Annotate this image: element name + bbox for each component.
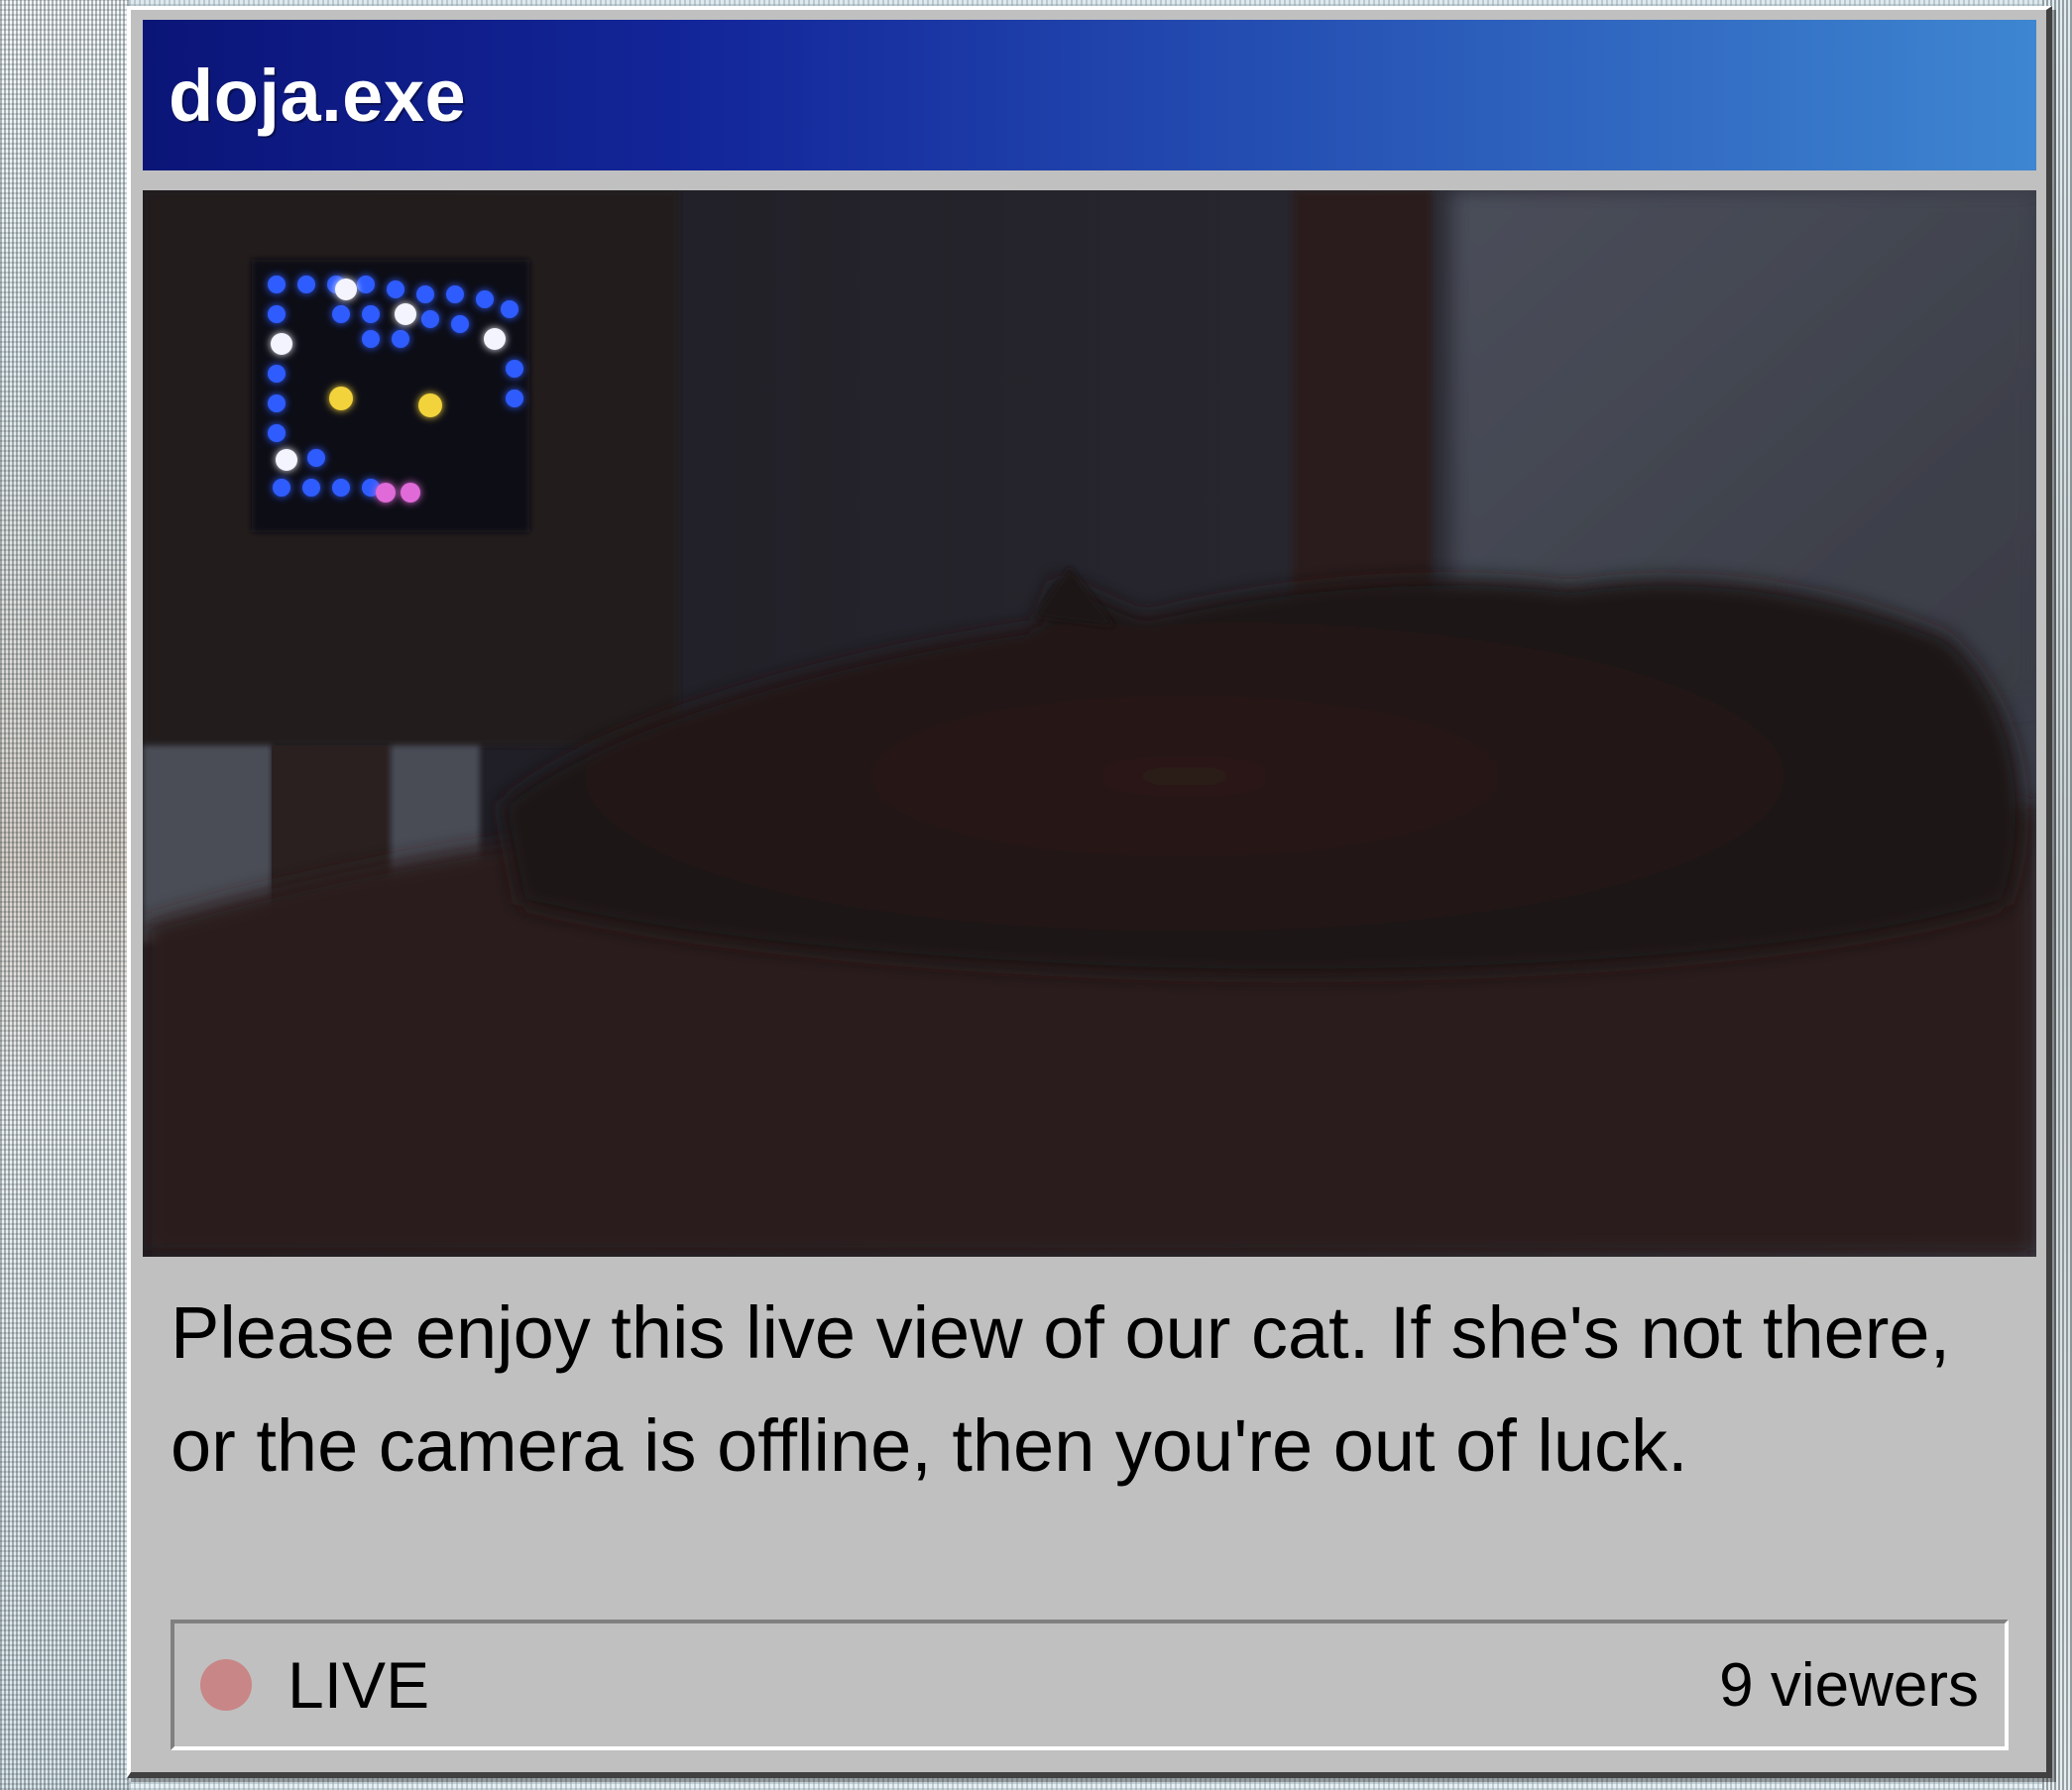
- viewer-count: 9 viewers: [1719, 1650, 1979, 1720]
- status-bar: LIVE 9 viewers: [171, 1620, 2009, 1750]
- camera-image: [143, 190, 2036, 1257]
- camera-description: Please enjoy this live view of our cat. …: [171, 1291, 1951, 1487]
- title-bar[interactable]: doja.exe: [143, 20, 2036, 170]
- live-label: LIVE: [288, 1648, 430, 1722]
- live-indicator-dot-icon: [200, 1659, 252, 1711]
- app-window: doja.exe Please enjoy this live view of …: [127, 6, 2052, 1778]
- live-camera-feed: [143, 190, 2036, 1257]
- window-title: doja.exe: [169, 54, 467, 137]
- led-cat-face-display: [252, 260, 529, 532]
- desktop-background-left: [0, 0, 129, 1790]
